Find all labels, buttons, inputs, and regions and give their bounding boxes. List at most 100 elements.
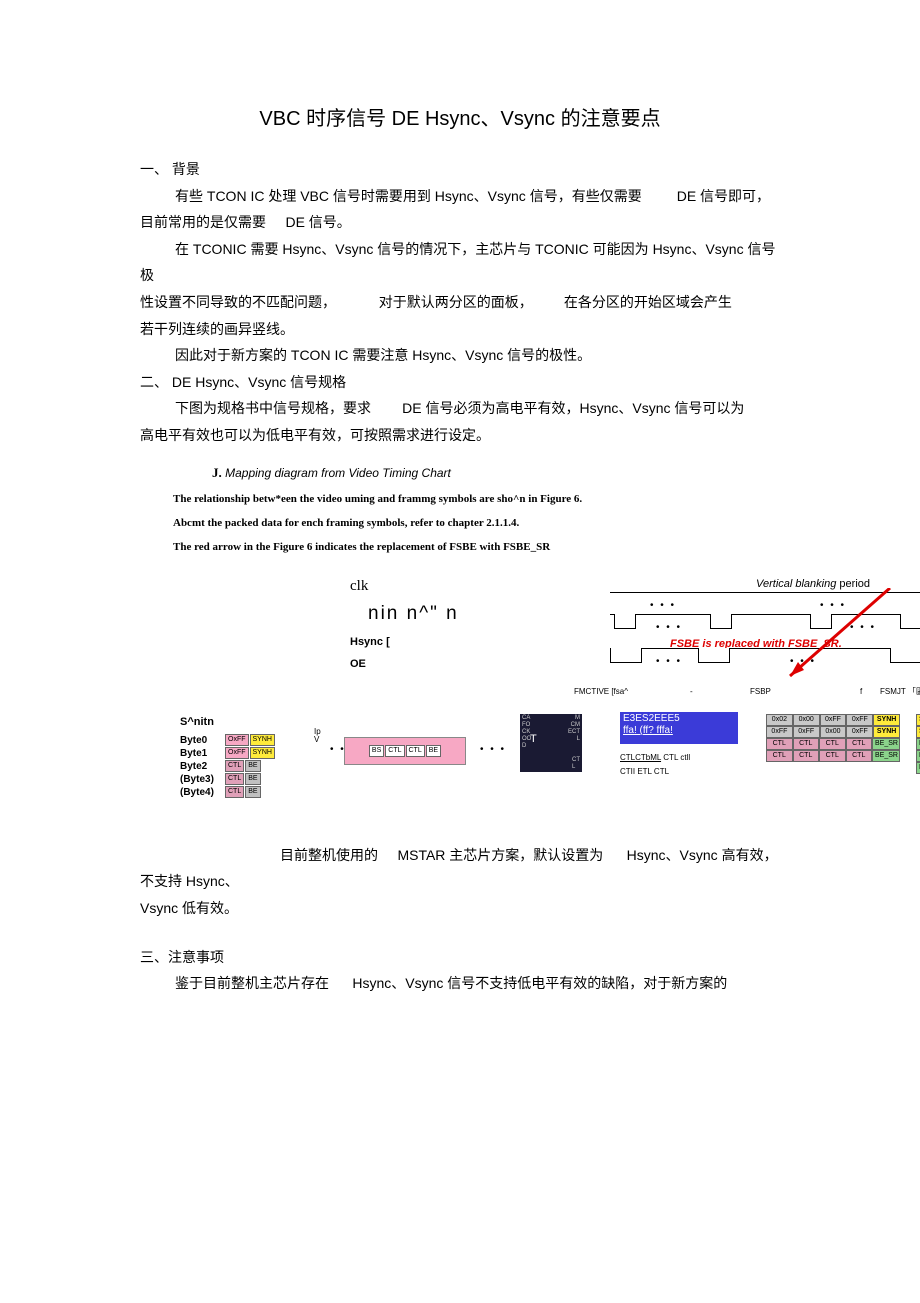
- cell: BE_SR: [872, 750, 900, 762]
- cell: CTL: [819, 750, 846, 762]
- caption-line: The red arrow in the Figure 6 indicates …: [173, 537, 780, 558]
- body-text: 鉴于目前整机主芯片存在 Hsync、Vsync 信号不支持低电平有效的缺陷，对于…: [140, 970, 780, 997]
- text: 在各分区的开始区域会产生: [564, 294, 732, 310]
- byte-table: S^nitn Byte0 OxFF SYNH Byte1 OxFF SYNH B…: [180, 712, 275, 799]
- text: DE 信号。: [285, 214, 350, 230]
- text: M CM ECT L: [568, 715, 580, 743]
- cell: SYNH: [916, 726, 920, 738]
- text: E3ES2EEE5: [623, 713, 735, 725]
- section-3-heading: 三、注意事项: [140, 944, 780, 971]
- caption-line: The relationship betw*een the video umin…: [173, 489, 780, 510]
- body-text: 下图为规格书中信号规格，要求 DE 信号必须为高电平有效，Hsync、Vsync…: [140, 395, 780, 422]
- cell: BS: [916, 738, 920, 750]
- dots: • • •: [656, 652, 682, 671]
- tick-label: f: [860, 684, 862, 699]
- dots: • • •: [480, 740, 506, 759]
- dots: • • •: [820, 596, 846, 615]
- hsync-label: Hsync [: [350, 632, 390, 653]
- cell: BS: [916, 762, 920, 774]
- tick-label: FSBP: [750, 684, 771, 699]
- clk-label: clk: [350, 572, 368, 601]
- timing-diagram: clk nin n^" n Hsync [ OE Vertical blanki…: [180, 572, 920, 822]
- cell: 0xFF: [766, 726, 793, 738]
- cell: BE: [426, 745, 441, 757]
- text: DE 信号必须为高电平有效，Hsync、Vsync 信号可以为: [402, 400, 744, 416]
- cell: CTL: [846, 750, 873, 762]
- far-right-column: SYNH SYNH BS BS BS: [916, 714, 920, 774]
- cell: 0xFF: [846, 726, 873, 738]
- text: 鉴于目前整机主芯片存在: [175, 975, 329, 991]
- body-text: 性设置不同导致的不匹配问题， 对于默认两分区的面板， 在各分区的开始区域会产生: [140, 289, 780, 316]
- cell: SYNH: [873, 714, 900, 726]
- cell: 0xFF: [846, 714, 873, 726]
- table-row: 0x02 0x00 0xFF 0xFF SYNH: [766, 714, 900, 726]
- cell: CTL: [793, 750, 820, 762]
- cell: CTL: [846, 738, 873, 750]
- text: period: [839, 578, 870, 590]
- text: 目前常用的是仅需要: [140, 214, 266, 230]
- mid-dark-box: CA FO CK OO D M CM ECT L T CT L: [520, 714, 582, 772]
- cell: SYNH: [873, 726, 900, 738]
- text: CTLCTbML: [620, 753, 661, 762]
- blue-box: E3ES2EEE5 ffa! (ff? fffa!: [620, 712, 738, 744]
- oe-label: OE: [350, 654, 366, 675]
- cell: CTL: [793, 738, 820, 750]
- text: 对于默认两分区的面板，: [379, 294, 533, 310]
- snitn-label: S^nitn: [180, 712, 275, 733]
- text: 目前整机使用的: [280, 847, 378, 863]
- cell: BS: [916, 750, 920, 762]
- blue-caption: CTII ETL CTL: [620, 764, 669, 779]
- dots: • • •: [656, 618, 682, 637]
- tick-label: FMCTIVE [fsa^: [574, 684, 628, 699]
- cell: BE: [245, 786, 260, 798]
- cell: OxFF: [225, 747, 249, 759]
- cell: BE_SR: [872, 738, 900, 750]
- row-label: (Byte4): [180, 783, 224, 802]
- cell: SYNH: [916, 714, 920, 726]
- section-2-heading: 二、 DE Hsync、Vsync 信号规格: [140, 369, 780, 396]
- body-text: Vsync 低有效。: [140, 895, 780, 922]
- text: V: [314, 735, 319, 744]
- cell: 0x00: [793, 714, 820, 726]
- body-text: 有些 TCON IC 处理 VBC 信号时需要用到 Hsync、Vsync 信号…: [140, 183, 780, 210]
- cell: BE: [245, 760, 260, 772]
- table-row: CTL CTL CTL CTL BE_SR: [766, 750, 900, 762]
- j-title: Mapping diagram from Video Timing Chart: [225, 466, 451, 480]
- cell: CTL: [225, 786, 244, 798]
- cell: SYNH: [250, 734, 275, 746]
- tick-label: FSMJT 「區[fSB: [880, 684, 920, 699]
- blue-caption: CTLCTbML CTL ctll: [620, 750, 690, 765]
- cell: OxFF: [225, 734, 249, 746]
- text: 性设置不同导致的不匹配问题，: [140, 294, 336, 310]
- cell: 0x02: [766, 714, 793, 726]
- table-row: 0xFF 0xFF 0x00 0xFF SYNH: [766, 726, 900, 738]
- cell: CTL: [225, 760, 244, 772]
- body-text: 目前常用的是仅需要 DE 信号。: [140, 209, 780, 236]
- text: MSTAR 主芯片方案，默认设置为: [397, 847, 603, 863]
- right-grid: 0x02 0x00 0xFF 0xFF SYNH 0xFF 0xFF 0x00 …: [766, 714, 900, 762]
- page-title: VBC 时序信号 DE Hsync、Vsync 的注意要点: [140, 100, 780, 138]
- table-row: (Byte4) CTL BE: [180, 786, 275, 799]
- body-text: 在 TCONIC 需要 Hsync、Vsync 信号的情况下，主芯片与 TCON…: [140, 236, 780, 289]
- pink-strip: BS CTL CTL BE: [344, 737, 466, 765]
- ip-label: Ip V: [314, 728, 321, 744]
- cell: CTL: [766, 738, 793, 750]
- sub-heading-j: J. Mapping diagram from Video Timing Cha…: [140, 461, 780, 486]
- text: CT L: [572, 757, 580, 771]
- section-1-heading: 一、 背景: [140, 156, 780, 183]
- tick-label: -: [690, 684, 693, 699]
- cell: 0x00: [820, 726, 847, 738]
- cell: CTL: [225, 773, 244, 785]
- caption-line: Abcmt the packed data for ench framing s…: [173, 513, 780, 534]
- dots: • • •: [790, 652, 816, 671]
- waveform-area: • • • • • • • • • • • • • • • • • •: [610, 592, 920, 682]
- text: DE 信号即可，: [677, 188, 770, 204]
- text: ffa! (ff? fffa!: [623, 725, 735, 737]
- body-text: 目前整机使用的 MSTAR 主芯片方案，默认设置为 Hsync、Vsync 高有…: [140, 842, 780, 895]
- text: 下图为规格书中信号规格，要求: [175, 400, 371, 416]
- text: CTL ctll: [663, 753, 690, 762]
- cell: BE: [245, 773, 260, 785]
- cell: CTL: [819, 738, 846, 750]
- text: Vertical blanking: [756, 578, 836, 590]
- cell: 0xFF: [793, 726, 820, 738]
